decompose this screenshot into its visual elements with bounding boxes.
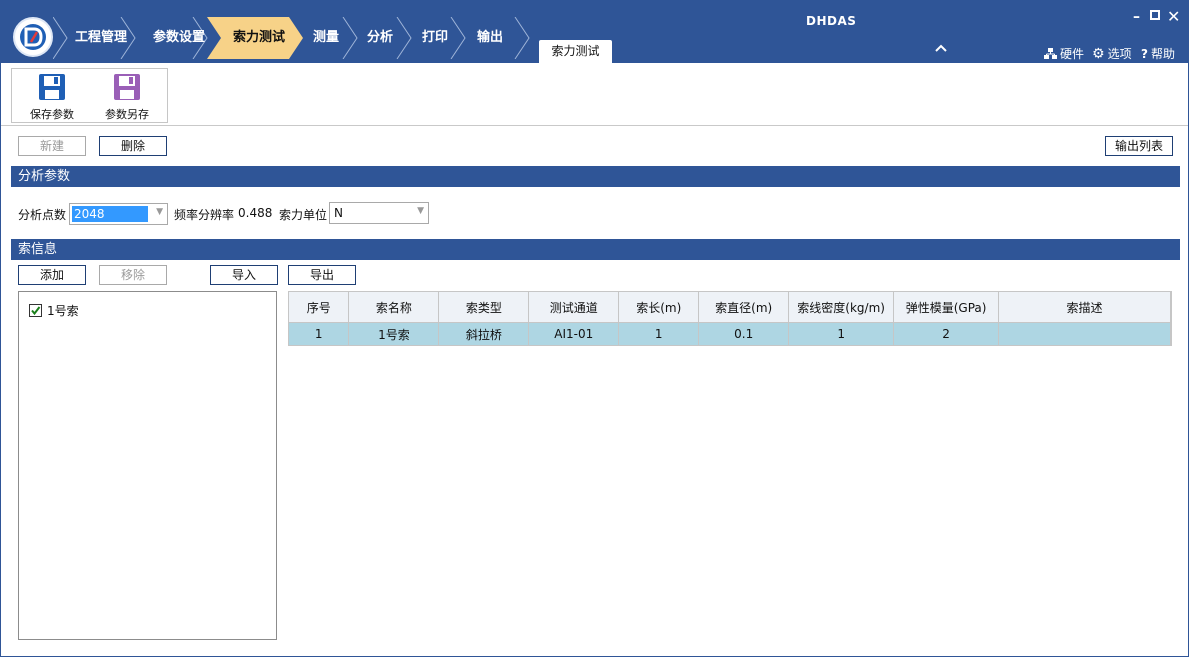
nav-print[interactable]: 打印 <box>402 17 456 59</box>
col-header[interactable]: 索直径(m) <box>698 292 790 323</box>
add-button[interactable]: 添加 <box>18 265 86 285</box>
col-header[interactable]: 索长(m) <box>618 292 700 323</box>
ribbon-group-params: 保存参数 参数另存 <box>11 68 168 123</box>
col-header[interactable]: 测试通道 <box>528 292 620 323</box>
nav-label: 测量 <box>313 30 340 45</box>
help-label: 帮助 <box>1150 47 1175 61</box>
analysis-points-label: 分析点数 <box>18 208 67 222</box>
cable-info-header: 索信息 <box>11 239 1180 260</box>
nav-project-management[interactable]: 工程管理 <box>55 17 135 59</box>
app-title: DHDAS <box>806 14 857 28</box>
hardware-button[interactable]: 硬件 <box>1044 45 1084 62</box>
freq-resolution-value: 0.488 <box>238 206 273 220</box>
export-list-button[interactable]: 输出列表 <box>1105 136 1173 156</box>
table-cell[interactable]: 斜拉桥 <box>438 322 530 345</box>
tab-cable-force-test[interactable]: 索力测试 <box>539 40 612 63</box>
hardware-label: 硬件 <box>1060 47 1085 61</box>
nav-label: 工程管理 <box>75 30 128 45</box>
help-icon: ? <box>1141 46 1148 61</box>
save-icon <box>39 74 65 100</box>
title-bar: 工程管理 参数设置 索力测试 测量 分析 打印 输出 DHDAS – ✕ 索力测… <box>1 1 1188 63</box>
cable-tree: 1号索 <box>18 291 277 640</box>
nav-output[interactable]: 输出 <box>457 17 519 59</box>
col-header[interactable]: 索名称 <box>348 292 440 323</box>
tree-item-label: 1号索 <box>47 304 79 318</box>
delete-button[interactable]: 删除 <box>99 136 167 156</box>
force-unit-select[interactable]: N ▼ <box>329 202 429 224</box>
col-header[interactable]: 弹性模量(GPa) <box>893 292 1000 323</box>
freq-resolution-label: 频率分辨率 <box>174 208 235 222</box>
col-header[interactable]: 序号 <box>289 292 350 323</box>
maximize-icon[interactable] <box>1150 10 1160 20</box>
table-cell[interactable]: AI1-01 <box>528 322 620 345</box>
options-button[interactable]: ⚙ 选项 <box>1092 45 1132 62</box>
check-icon <box>31 306 41 316</box>
save-params-button[interactable]: 保存参数 <box>17 71 87 121</box>
table-cell[interactable]: 1 <box>788 322 895 345</box>
table-cell[interactable]: 1 <box>289 322 350 345</box>
checkbox[interactable] <box>29 304 42 317</box>
nav-label: 输出 <box>477 30 504 45</box>
cable-table: 序号 索名称 索类型 测试通道 索长(m) 索直径(m) 索线密度(kg/m) … <box>288 291 1172 346</box>
nav-label: 索力测试 <box>233 30 286 45</box>
close-icon[interactable]: ✕ <box>1167 7 1180 26</box>
nav-label: 打印 <box>422 30 449 45</box>
force-unit-label: 索力单位 <box>279 208 328 222</box>
col-header[interactable]: 索描述 <box>998 292 1171 323</box>
ribbon: 保存参数 参数另存 <box>1 63 1188 126</box>
gear-icon: ⚙ <box>1092 45 1105 62</box>
nav-label: 分析 <box>367 30 394 45</box>
save-params-as-button[interactable]: 参数另存 <box>92 71 162 121</box>
nav-cable-force-test[interactable]: 索力测试 <box>213 17 293 59</box>
help-button[interactable]: ? 帮助 <box>1141 45 1175 62</box>
new-button[interactable]: 新建 <box>18 136 86 156</box>
save-params-as-label: 参数另存 <box>105 108 149 121</box>
remove-button[interactable]: 移除 <box>99 265 167 285</box>
nav-measure[interactable]: 测量 <box>293 17 347 59</box>
nav-analysis[interactable]: 分析 <box>347 17 401 59</box>
hardware-icon <box>1044 47 1057 59</box>
table-cell[interactable]: 1号索 <box>348 322 440 345</box>
save-params-label: 保存参数 <box>30 108 74 121</box>
analysis-points-value: 2048 <box>72 206 148 222</box>
table-cell[interactable]: 2 <box>893 322 1000 345</box>
nav-label: 参数设置 <box>153 30 206 45</box>
collapse-ribbon-icon[interactable] <box>935 41 947 55</box>
analysis-params-header: 分析参数 <box>11 166 1180 187</box>
export-button[interactable]: 导出 <box>288 265 356 285</box>
app-logo <box>13 17 53 57</box>
nav-parameter-settings[interactable]: 参数设置 <box>133 17 207 59</box>
options-label: 选项 <box>1107 47 1132 61</box>
tree-item-cable-1[interactable]: 1号索 <box>29 302 79 319</box>
chevron-down-icon: ▼ <box>417 206 424 216</box>
col-header[interactable]: 索类型 <box>438 292 530 323</box>
col-header[interactable]: 索线密度(kg/m) <box>788 292 895 323</box>
save-as-icon <box>114 74 140 100</box>
minimize-icon[interactable]: – <box>1133 9 1140 25</box>
table-header-row: 序号 索名称 索类型 测试通道 索长(m) 索直径(m) 索线密度(kg/m) … <box>289 292 1171 323</box>
app-window: 工程管理 参数设置 索力测试 测量 分析 打印 输出 DHDAS – ✕ 索力测… <box>0 0 1189 657</box>
chevron-down-icon: ▼ <box>156 207 163 217</box>
force-unit-value: N <box>334 206 343 220</box>
analysis-points-select[interactable]: 2048 ▼ <box>69 203 168 225</box>
table-row[interactable]: 1 1号索 斜拉桥 AI1-01 1 0.1 1 2 <box>289 322 1171 345</box>
import-button[interactable]: 导入 <box>210 265 278 285</box>
table-cell[interactable]: 0.1 <box>698 322 790 345</box>
table-cell[interactable]: 1 <box>618 322 700 345</box>
table-cell[interactable] <box>998 322 1171 345</box>
